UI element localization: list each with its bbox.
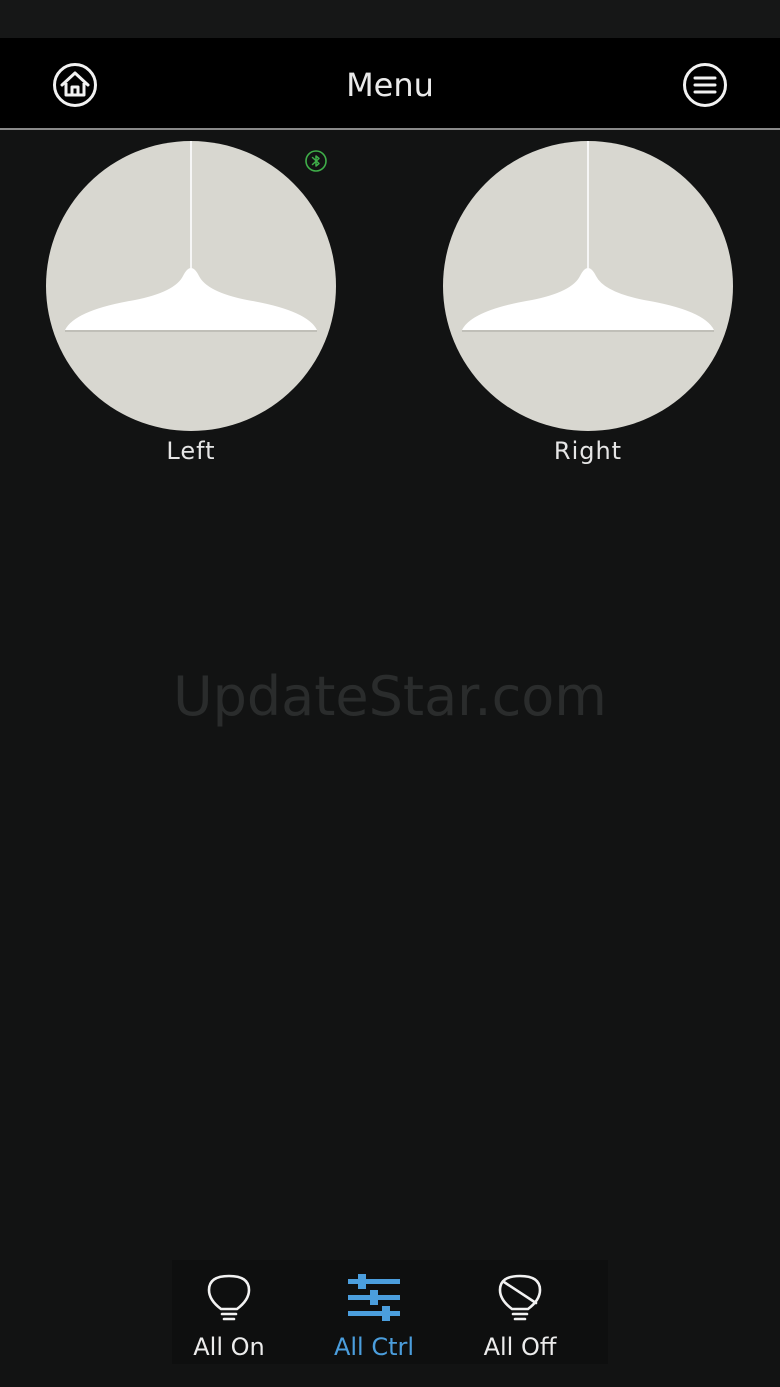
device-label: Right <box>553 437 623 465</box>
status-bar <box>0 0 780 38</box>
device-tile-left[interactable]: Left <box>45 140 337 465</box>
pendant-lamp-icon <box>46 141 336 431</box>
tab-label: All Ctrl <box>333 1333 415 1361</box>
sliders-icon <box>348 1274 400 1321</box>
tab-label: All On <box>193 1333 265 1361</box>
bulb-off-icon <box>498 1274 542 1321</box>
tab-label: All Off <box>483 1333 557 1361</box>
top-nav-bar: Menu <box>0 38 780 130</box>
device-label: Left <box>166 437 216 465</box>
pendant-lamp-icon <box>443 141 733 431</box>
tab-all-on[interactable]: All On <box>169 1260 289 1364</box>
bottom-tab-bar: All On All Ctrl All Off <box>172 1260 608 1364</box>
hamburger-menu-icon <box>683 63 727 107</box>
bulb-on-icon <box>207 1274 251 1321</box>
tab-all-off[interactable]: All Off <box>460 1260 580 1364</box>
watermark: UpdateStar.com <box>173 665 607 728</box>
page-title: Menu <box>346 66 434 104</box>
tab-all-ctrl[interactable]: All Ctrl <box>314 1260 434 1364</box>
app-screen: Menu Left Right UpdateStar.com All On Al… <box>0 0 780 1387</box>
menu-button[interactable] <box>681 61 729 109</box>
bluetooth-icon <box>305 150 327 172</box>
device-tile-right[interactable]: Right <box>442 140 734 465</box>
